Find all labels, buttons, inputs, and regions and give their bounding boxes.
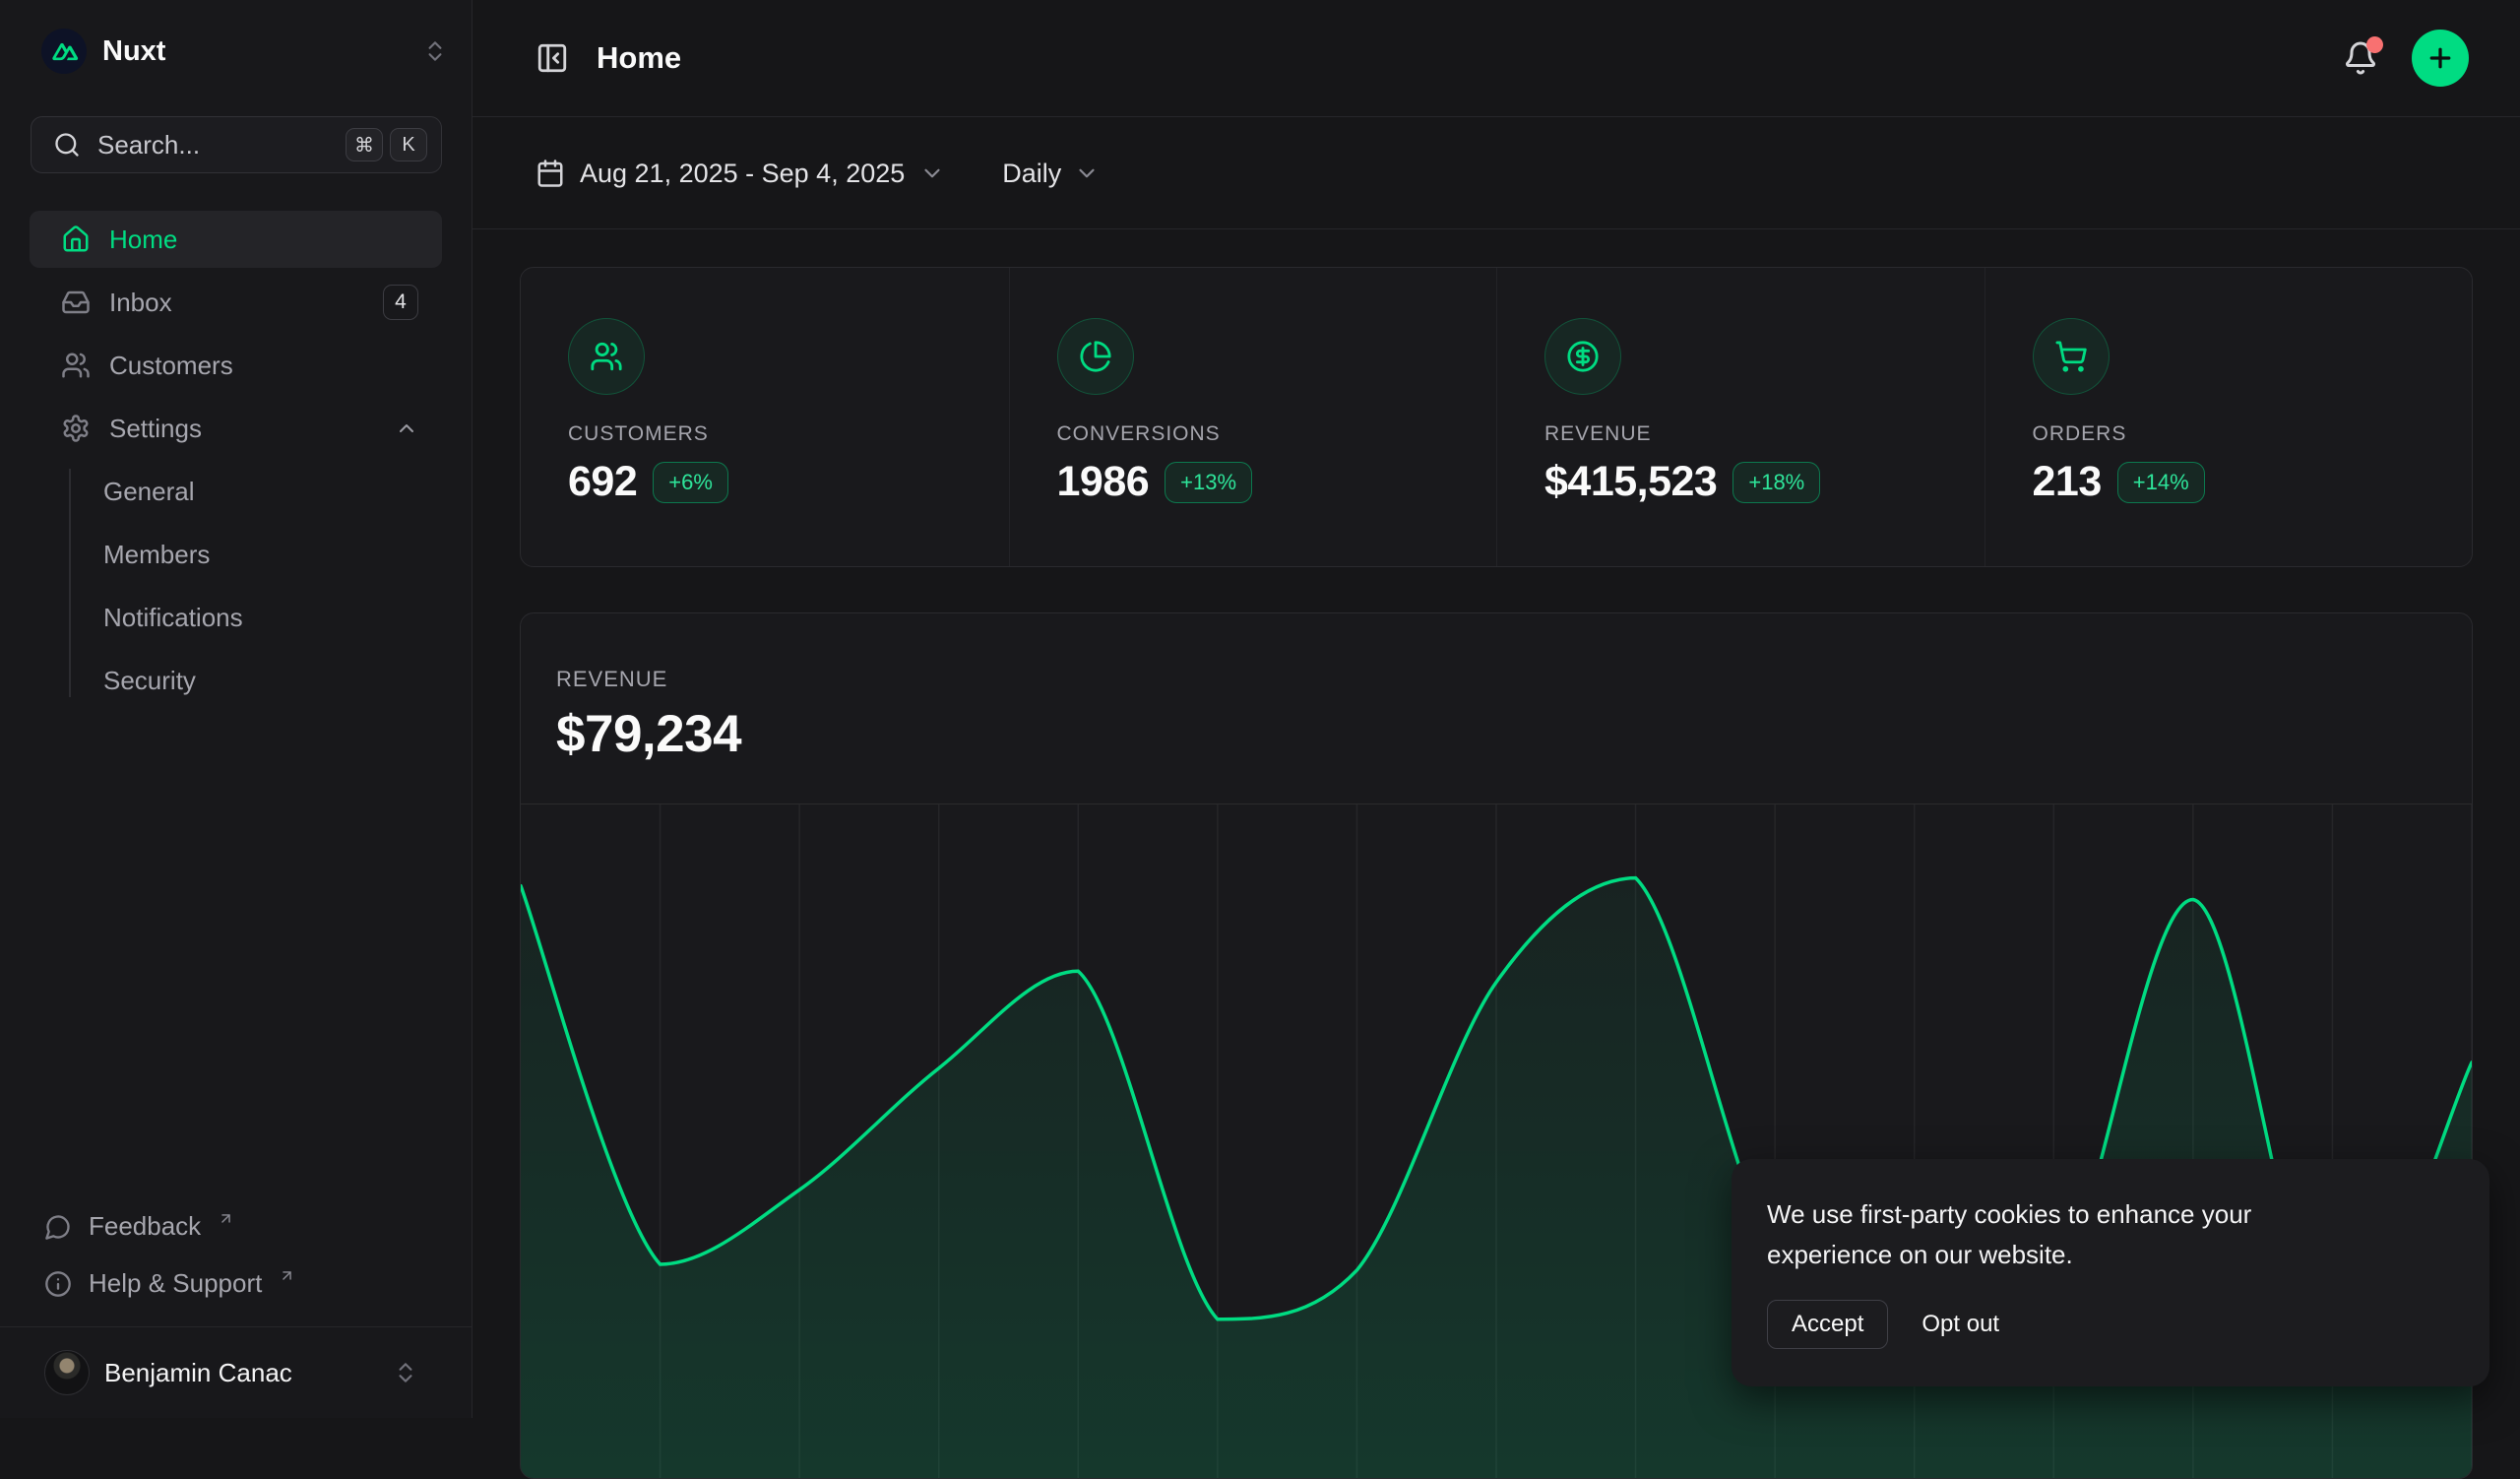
sidebar-item-label: Customers: [109, 351, 233, 381]
subnav-label: Security: [103, 666, 196, 696]
sidebar-nav: Home Inbox 4 Customers Settings General …: [0, 211, 472, 715]
sidebar: Nuxt Search... ⌘ K Home Inbox 4 Customer…: [0, 0, 472, 1418]
plus-icon: [2426, 43, 2455, 73]
stat-value: 1986: [1057, 458, 1150, 506]
date-range-picker[interactable]: Aug 21, 2025 - Sep 4, 2025: [536, 159, 945, 189]
stat-value: 213: [2033, 458, 2102, 506]
chevrons-up-down-icon: [422, 38, 448, 64]
chat-bubble-icon: [44, 1213, 72, 1241]
notification-dot: [2366, 36, 2383, 53]
cmd-key: ⌘: [346, 128, 383, 161]
stat-card-customers[interactable]: CUSTOMERS 692 +6%: [521, 268, 1009, 566]
optout-cookies-button[interactable]: Opt out: [1922, 1311, 1999, 1338]
page-title: Home: [597, 40, 681, 76]
stat-value: 692: [568, 458, 637, 506]
cookie-banner: We use first-party cookies to enhance yo…: [1732, 1159, 2489, 1386]
stat-value: $415,523: [1544, 458, 1717, 506]
dollar-circle-icon: [1544, 318, 1621, 395]
users-icon: [61, 351, 91, 380]
k-key: K: [390, 128, 427, 161]
settings-subnav: General Members Notifications Security: [30, 463, 442, 709]
sidebar-item-notifications[interactable]: Notifications: [30, 589, 442, 646]
gear-icon: [61, 414, 91, 443]
sidebar-footer: Feedback Help & Support Benjamin Canac: [0, 1202, 472, 1419]
stat-label: REVENUE: [1544, 422, 1945, 446]
workspace-switcher[interactable]: Nuxt: [41, 26, 448, 77]
sidebar-item-label: Home: [109, 225, 177, 255]
avatar: [44, 1350, 90, 1395]
sidebar-item-members[interactable]: Members: [30, 526, 442, 583]
help-support-label: Help & Support: [89, 1268, 262, 1299]
sidebar-item-settings[interactable]: Settings: [30, 400, 442, 457]
notifications-button[interactable]: [2343, 40, 2378, 76]
sidebar-item-home[interactable]: Home: [30, 211, 442, 268]
stat-delta-badge: +6%: [653, 462, 728, 503]
stat-card-conversions[interactable]: CONVERSIONS 1986 +13%: [1009, 268, 1497, 566]
feedback-label: Feedback: [89, 1211, 201, 1242]
stat-delta-badge: +13%: [1165, 462, 1252, 503]
granularity-value: Daily: [1002, 159, 1061, 189]
stat-card-orders[interactable]: ORDERS 213 +14%: [1984, 268, 2473, 566]
chevron-down-icon: [1074, 161, 1100, 186]
collapse-sidebar-button[interactable]: [536, 41, 569, 75]
external-link-icon: [218, 1210, 234, 1227]
search-icon: [53, 131, 81, 159]
subnav-label: Notifications: [103, 603, 243, 633]
nuxt-logo-icon: [41, 29, 87, 74]
chart-total-value: $79,234: [556, 704, 2436, 764]
sidebar-item-label: Settings: [109, 414, 202, 444]
chevrons-up-down-icon: [393, 1360, 418, 1385]
stat-label: CUSTOMERS: [568, 422, 970, 446]
cart-icon: [2033, 318, 2110, 395]
subnav-label: General: [103, 477, 195, 507]
chevron-down-icon: [919, 161, 945, 186]
sidebar-item-general[interactable]: General: [30, 463, 442, 520]
user-name: Benjamin Canac: [104, 1358, 292, 1388]
inbox-icon: [61, 288, 91, 317]
accept-cookies-button[interactable]: Accept: [1767, 1300, 1888, 1349]
cookie-message: We use first-party cookies to enhance yo…: [1767, 1194, 2348, 1274]
chevron-up-icon: [395, 417, 418, 440]
date-range-value: Aug 21, 2025 - Sep 4, 2025: [580, 159, 905, 189]
chart-title: REVENUE: [556, 667, 2436, 692]
feedback-link[interactable]: Feedback: [30, 1202, 442, 1252]
search-input[interactable]: Search... ⌘ K: [31, 116, 442, 173]
search-placeholder: Search...: [97, 130, 200, 161]
filter-bar: Aug 21, 2025 - Sep 4, 2025 Daily: [472, 119, 2520, 229]
stat-delta-badge: +14%: [2117, 462, 2205, 503]
brand-name: Nuxt: [102, 35, 165, 68]
users-icon: [568, 318, 645, 395]
stats-row: CUSTOMERS 692 +6% CONVERSIONS 1986 +13% …: [520, 267, 2473, 567]
sidebar-item-customers[interactable]: Customers: [30, 337, 442, 394]
add-button[interactable]: [2412, 30, 2469, 87]
inbox-count-badge: 4: [383, 285, 418, 320]
subnav-label: Members: [103, 540, 210, 570]
user-menu[interactable]: Benjamin Canac: [30, 1327, 442, 1418]
stat-label: ORDERS: [2033, 422, 2433, 446]
stat-card-revenue[interactable]: REVENUE $415,523 +18%: [1496, 268, 1984, 566]
calendar-icon: [536, 159, 565, 188]
sidebar-item-security[interactable]: Security: [30, 652, 442, 709]
pie-chart-icon: [1057, 318, 1134, 395]
stat-delta-badge: +18%: [1732, 462, 1820, 503]
search-shortcut: ⌘ K: [346, 128, 427, 161]
home-icon: [61, 225, 91, 254]
panel-collapse-icon: [536, 41, 569, 75]
external-link-icon: [279, 1267, 295, 1284]
stat-label: CONVERSIONS: [1057, 422, 1458, 446]
granularity-select[interactable]: Daily: [1002, 159, 1100, 189]
info-circle-icon: [44, 1270, 72, 1298]
sidebar-item-inbox[interactable]: Inbox 4: [30, 274, 442, 331]
help-support-link[interactable]: Help & Support: [30, 1259, 442, 1309]
topbar: Home: [472, 0, 2520, 117]
sidebar-item-label: Inbox: [109, 288, 172, 318]
